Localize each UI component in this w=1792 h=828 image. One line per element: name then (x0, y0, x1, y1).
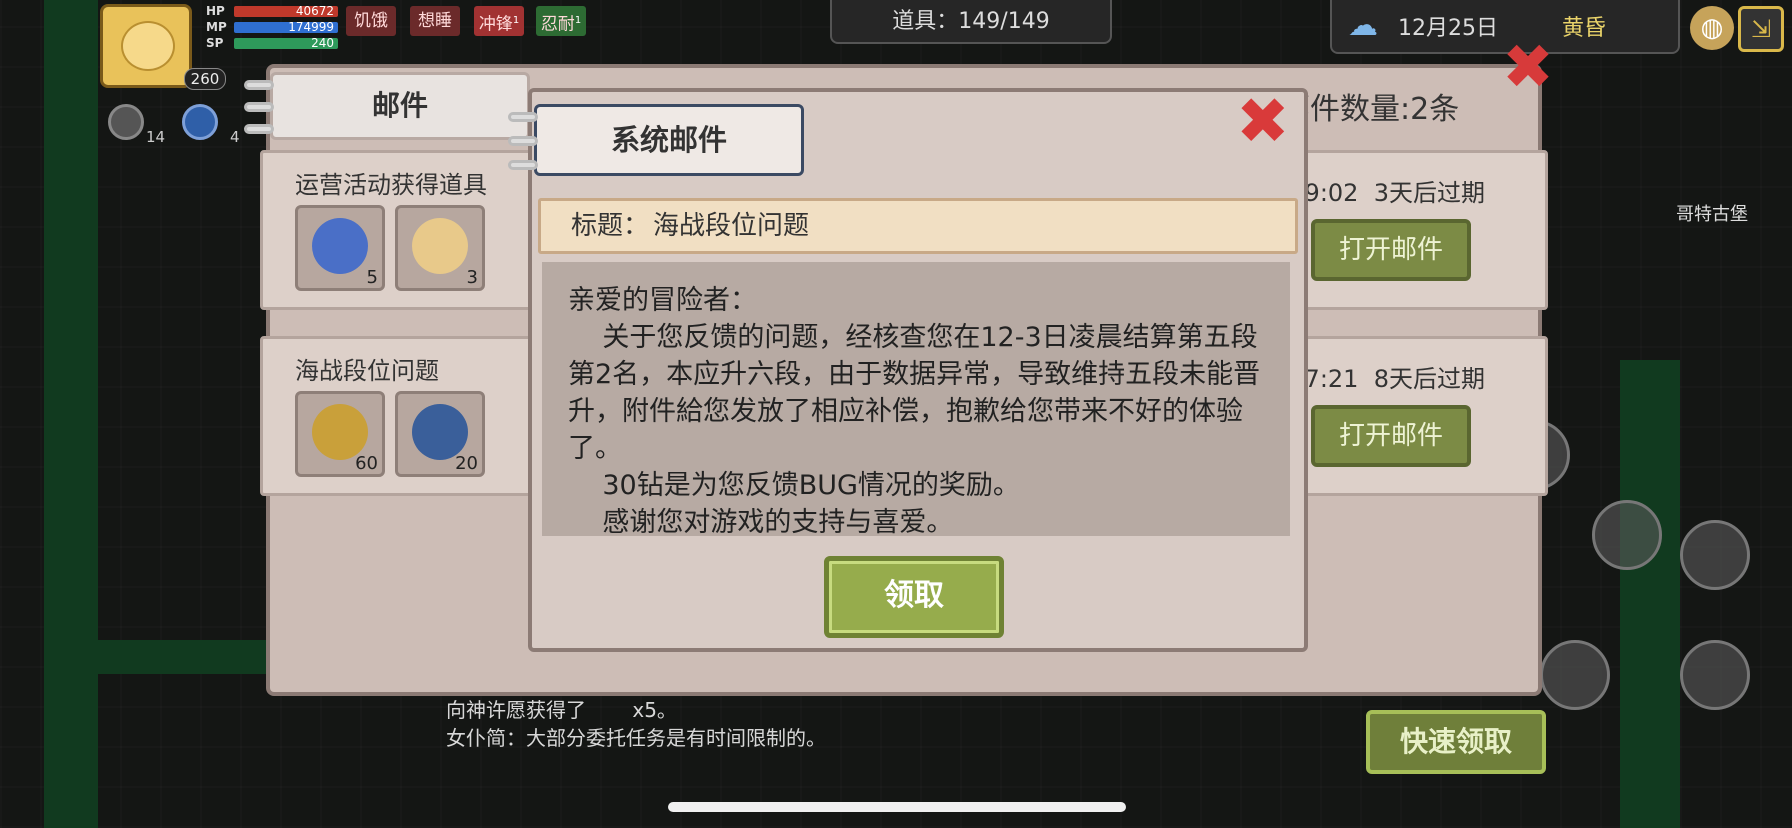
reward-count: 60 (355, 453, 378, 474)
home-indicator[interactable] (668, 802, 1126, 812)
mail-paragraph: 感谢您对游戏的支持与喜爱。 (568, 507, 954, 538)
mail-paragraph: 30钻是为您反馈BUG情况的奖励。 (568, 470, 1020, 501)
game-date: 12月25日 (1398, 16, 1498, 41)
reward-slot[interactable]: 5 (295, 205, 385, 291)
open-mail-button[interactable]: 打开邮件 (1311, 405, 1471, 467)
sp-row: SP 240 (204, 36, 338, 51)
chat-line-2: 女仆简：大部分委托任务是有时间限制的。 (446, 726, 826, 750)
mp-label: MP (206, 20, 227, 34)
horn-icon (412, 404, 468, 460)
globe-icon[interactable]: ◍ (1690, 6, 1734, 50)
bow-attack-button[interactable] (1680, 640, 1750, 710)
status-tag-label: 忍耐 (540, 14, 575, 35)
mail-title: 运营活动获得道具 (295, 171, 487, 199)
mail-title: 海战段位问题 (295, 357, 439, 385)
items-counter[interactable]: 道具：149/149 (830, 0, 1112, 44)
chat-line-1: 向神许愿获得了 x5。 (446, 698, 677, 722)
mail-panel-tab[interactable]: 邮件 (270, 72, 530, 140)
system-mail-tab: 系统邮件 (534, 104, 804, 176)
quick-claim-button[interactable]: 快速领取 (1366, 710, 1546, 774)
close-icon[interactable]: ✖ (1236, 90, 1290, 154)
binder-ring (508, 136, 538, 146)
skill-arrow-button[interactable] (1592, 500, 1662, 570)
reward-slot[interactable]: 20 (395, 391, 485, 477)
hp-value: 40672 (295, 4, 334, 18)
mail-expire: 9:02 3天后过期 (1304, 179, 1485, 207)
mp-value: 174999 (288, 20, 334, 34)
binder-ring (244, 80, 274, 90)
player-avatar[interactable] (100, 4, 192, 88)
mail-greeting: 亲爱的冒险者： (568, 285, 757, 316)
status-tag-label: 想睡 (418, 11, 452, 31)
map-location-label: 哥特古堡 (1676, 204, 1748, 225)
hp-row: HP 40672 (204, 4, 338, 19)
mail-expire: 17:21 8天后过期 (1289, 365, 1485, 393)
status-tag-badge: 1 (512, 15, 520, 26)
reward-slot[interactable]: 60 (295, 391, 385, 477)
potion-bottle-icon (412, 218, 468, 274)
sp-label: SP (206, 36, 224, 50)
exit-icon[interactable]: ⇲ (1738, 6, 1784, 52)
status-tag-badge: 1 (574, 15, 582, 26)
sword-attack-button[interactable] (1540, 640, 1610, 710)
close-icon[interactable]: ✖ (1502, 30, 1554, 103)
gear-icon[interactable] (108, 104, 144, 140)
status-tag-sleepy[interactable]: 想睡 (410, 6, 460, 36)
title-prefix: 标题： (571, 211, 650, 241)
claim-button[interactable]: 领取 (824, 556, 1004, 638)
scroll-icon (312, 218, 368, 274)
status-tag-charge[interactable]: 冲锋1 (474, 6, 524, 36)
game-time: 黄昏 (1562, 16, 1607, 41)
gear-count: 14 (146, 128, 166, 146)
hp-label: HP (206, 4, 225, 18)
status-tag-hunger[interactable]: 饥饿 (346, 6, 396, 36)
cloud-rain-icon: ☁ (1348, 8, 1378, 43)
status-tag-label: 饥饿 (354, 11, 388, 31)
level-badge: 260 (184, 68, 226, 90)
sp-value: 240 (311, 36, 334, 50)
mail-title-ribbon: 标题： 海战段位问题 (538, 198, 1298, 254)
reward-count: 5 (366, 267, 378, 288)
popup-title: 海战段位问题 (653, 211, 810, 241)
mail-paragraph: 关于您反馈的问题，经核查您在12-3日凌晨结算第五段第2名，本应升六段，由于数据… (568, 322, 1261, 464)
gem-icon[interactable] (182, 104, 218, 140)
gold-coin-icon (312, 404, 368, 460)
avatar-face (121, 21, 175, 71)
reward-slot[interactable]: 3 (395, 205, 485, 291)
status-tag-endure[interactable]: 忍耐1 (536, 6, 586, 36)
mail-body: 亲爱的冒险者： 关于您反馈的问题，经核查您在12-3日凌晨结算第五段第2名，本应… (542, 262, 1290, 538)
binder-ring (244, 102, 274, 112)
mp-row: MP 174999 (204, 20, 338, 35)
skill-swirl-button[interactable] (1680, 520, 1750, 590)
reward-count: 3 (466, 267, 478, 288)
open-mail-button[interactable]: 打开邮件 (1311, 219, 1471, 281)
binder-ring (508, 160, 538, 170)
reward-count: 20 (455, 453, 478, 474)
binder-ring (508, 112, 538, 122)
binder-ring (244, 124, 274, 134)
status-tag-label: 冲锋 (478, 14, 513, 35)
gem-count: 4 (230, 128, 240, 146)
